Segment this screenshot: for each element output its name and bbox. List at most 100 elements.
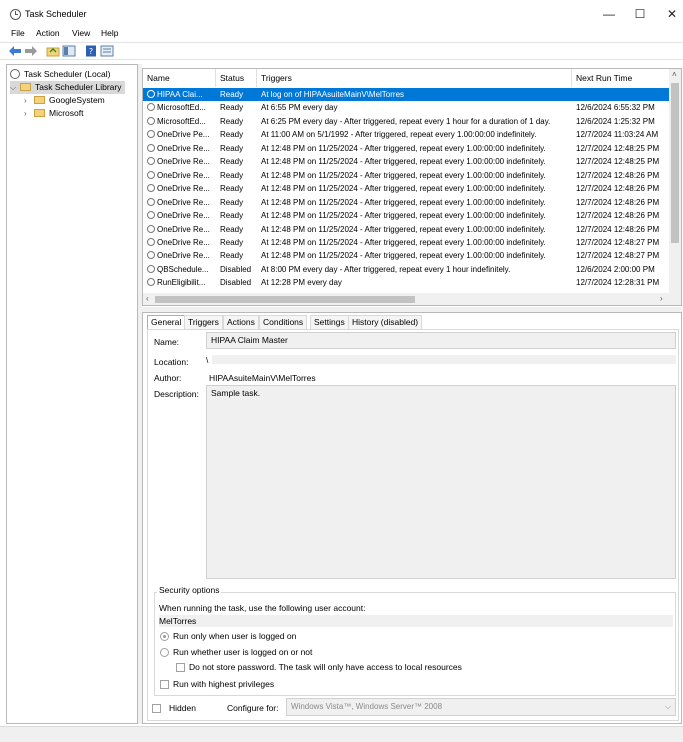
menu-help[interactable]: Help xyxy=(101,28,118,38)
location-label: Location: xyxy=(154,357,189,367)
task-next-run-cell: 12/7/2024 12:48:25 PM xyxy=(576,157,660,167)
horizontal-scrollbar[interactable]: ‹ › xyxy=(143,293,681,305)
vertical-scrollbar[interactable]: ˄ xyxy=(669,69,681,293)
column-header-status[interactable]: Status xyxy=(216,69,257,87)
task-details: General Triggers Actions Conditions Sett… xyxy=(142,312,682,724)
task-name: OneDrive Re... xyxy=(157,170,210,180)
task-clock-icon xyxy=(147,170,155,179)
chevron-down-icon: ⌵ xyxy=(664,702,671,711)
task-trigger-cell: At 6:55 PM every day xyxy=(261,103,338,113)
tree-item-googlesystem[interactable]: › GoogleSystem xyxy=(24,94,105,107)
task-next-run-cell: 12/6/2024 2:00:00 PM xyxy=(576,264,655,274)
task-name-cell: OneDrive Re... xyxy=(147,182,216,195)
minimize-button[interactable]: — xyxy=(594,4,624,24)
show-hide-pane-icon[interactable] xyxy=(62,45,76,57)
properties-icon[interactable] xyxy=(100,45,114,57)
task-status-cell: Ready xyxy=(220,237,244,247)
tree-item-microsoft[interactable]: › Microsoft xyxy=(24,107,83,120)
task-clock-icon xyxy=(147,103,155,112)
table-row[interactable]: OneDrive Re... Ready At 12:48 PM on 11/25/… xyxy=(143,155,670,168)
tab-history[interactable]: History (disabled) xyxy=(348,315,423,329)
table-row[interactable]: OneDrive Re... Ready At 12:48 PM on 11/25/… xyxy=(143,169,670,182)
column-header-triggers[interactable]: Triggers xyxy=(257,69,572,87)
tab-general[interactable]: General xyxy=(147,315,186,330)
table-row[interactable]: OneDrive Re... Ready At 12:48 PM on 11/25/… xyxy=(143,182,670,195)
help-icon[interactable]: ? xyxy=(84,45,98,57)
table-row[interactable]: OneDrive Pe... Ready At 11:00 AM on 5/1/19… xyxy=(143,128,670,141)
task-status-cell: Ready xyxy=(220,116,244,126)
chevron-right-icon[interactable]: › xyxy=(24,94,34,107)
table-row[interactable]: OneDrive Re... Ready At 12:48 PM on 11/25/… xyxy=(143,196,670,209)
task-name-cell: OneDrive Re... xyxy=(147,169,216,182)
task-clock-icon xyxy=(147,211,155,220)
table-row[interactable]: MicrosoftEd... Ready At 6:55 PM every day 1… xyxy=(143,101,670,114)
task-scheduler-icon xyxy=(10,9,21,20)
tab-settings[interactable]: Settings xyxy=(310,315,349,329)
scroll-left-icon[interactable]: ‹ xyxy=(146,294,149,303)
run-logged-on-radio[interactable] xyxy=(160,632,169,641)
close-button[interactable]: ✕ xyxy=(657,4,683,24)
task-list: Name Status Triggers Next Run Time HIPAA… xyxy=(142,68,682,306)
configure-for-select[interactable]: Windows Vista™, Windows Server™ 2008 ⌵ xyxy=(286,698,676,716)
navigation-tree: Task Scheduler (Local) ⌵ Task Scheduler L… xyxy=(6,64,138,724)
table-row[interactable]: OneDrive Re... Ready At 12:48 PM on 11/25/… xyxy=(143,142,670,155)
task-clock-icon xyxy=(147,143,155,152)
table-row[interactable]: OneDrive Re... Ready At 12:48 PM on 11/25/… xyxy=(143,236,670,249)
task-trigger-cell: At 12:48 PM on 11/25/2024 - After trigge… xyxy=(261,184,546,194)
tree-item-library[interactable]: ⌵ Task Scheduler Library xyxy=(10,81,126,94)
task-status-cell: Ready xyxy=(220,224,244,234)
menu-action[interactable]: Action xyxy=(36,28,60,38)
column-header-next-run-time[interactable]: Next Run Time xyxy=(572,69,670,87)
tab-triggers[interactable]: Triggers xyxy=(184,315,223,329)
scrollbar-thumb[interactable] xyxy=(155,296,415,303)
task-name-cell: OneDrive Re... xyxy=(147,223,216,236)
task-next-run-cell: 12/7/2024 11:03:24 AM xyxy=(576,130,659,140)
task-name: OneDrive Re... xyxy=(157,184,210,194)
table-row[interactable]: OneDrive Re... Ready At 12:48 PM on 11/25/… xyxy=(143,209,670,222)
table-row[interactable]: OneDrive Re... Ready At 12:48 PM on 11/25/… xyxy=(143,249,670,262)
scroll-up-icon[interactable]: ˄ xyxy=(672,70,677,79)
folder-icon xyxy=(34,109,45,117)
task-clock-icon xyxy=(147,278,155,287)
run-whether-radio[interactable] xyxy=(160,648,169,657)
task-name-cell: MicrosoftEd... xyxy=(147,101,216,114)
task-name: MicrosoftEd... xyxy=(157,116,206,126)
hidden-label: Hidden xyxy=(169,703,196,713)
task-status-cell: Ready xyxy=(220,157,244,167)
scroll-right-icon[interactable]: › xyxy=(660,294,663,303)
tree-item-local[interactable]: Task Scheduler (Local) xyxy=(10,68,110,81)
menu-file[interactable]: File xyxy=(11,28,25,38)
no-store-password-checkbox[interactable] xyxy=(176,663,185,672)
table-row[interactable]: MicrosoftEd... Ready At 6:25 PM every day … xyxy=(143,115,670,128)
task-clock-icon xyxy=(147,251,155,260)
general-tab-panel: Name: HIPAA Claim Master Location: \ Aut… xyxy=(147,329,679,721)
tree-item-label: GoogleSystem xyxy=(49,95,105,105)
chevron-down-icon[interactable]: ⌵ xyxy=(10,81,20,94)
table-row[interactable]: OneDrive Re... Ready At 12:48 PM on 11/25/… xyxy=(143,223,670,236)
description-field[interactable]: Sample task. xyxy=(206,385,676,579)
maximize-button[interactable]: ☐ xyxy=(625,4,655,24)
title-bar: Task Scheduler — ☐ ✕ xyxy=(0,0,683,28)
scrollbar-thumb[interactable] xyxy=(671,83,679,243)
back-arrow-icon[interactable] xyxy=(8,45,22,57)
task-name: OneDrive Re... xyxy=(157,143,210,153)
svg-text:?: ? xyxy=(89,47,93,56)
folder-up-icon[interactable] xyxy=(46,45,60,57)
task-clock-icon xyxy=(147,90,155,98)
table-row[interactable]: HIPAA Clai... Ready At log on of HIPAAsuit… xyxy=(143,88,670,102)
table-row[interactable]: QBSchedule... Disabled At 8:00 PM every da… xyxy=(143,263,670,276)
column-header-name[interactable]: Name xyxy=(143,69,216,87)
tab-actions[interactable]: Actions xyxy=(223,315,259,329)
highest-privileges-checkbox[interactable] xyxy=(160,680,169,689)
task-trigger-cell: At 12:48 PM on 11/25/2024 - After trigge… xyxy=(261,211,546,221)
task-next-run-cell: 12/7/2024 12:48:27 PM xyxy=(576,251,660,261)
menu-view[interactable]: View xyxy=(72,28,90,38)
name-field[interactable]: HIPAA Claim Master xyxy=(206,332,676,349)
tab-conditions[interactable]: Conditions xyxy=(259,315,308,329)
hidden-checkbox[interactable] xyxy=(152,704,161,713)
forward-arrow-icon[interactable] xyxy=(24,45,38,57)
chevron-right-icon[interactable]: › xyxy=(24,107,34,120)
clock-icon xyxy=(10,69,20,79)
table-row[interactable]: RunEligibilit... Disabled At 12:28 PM ever… xyxy=(143,276,670,289)
task-status-cell: Ready xyxy=(220,251,244,261)
